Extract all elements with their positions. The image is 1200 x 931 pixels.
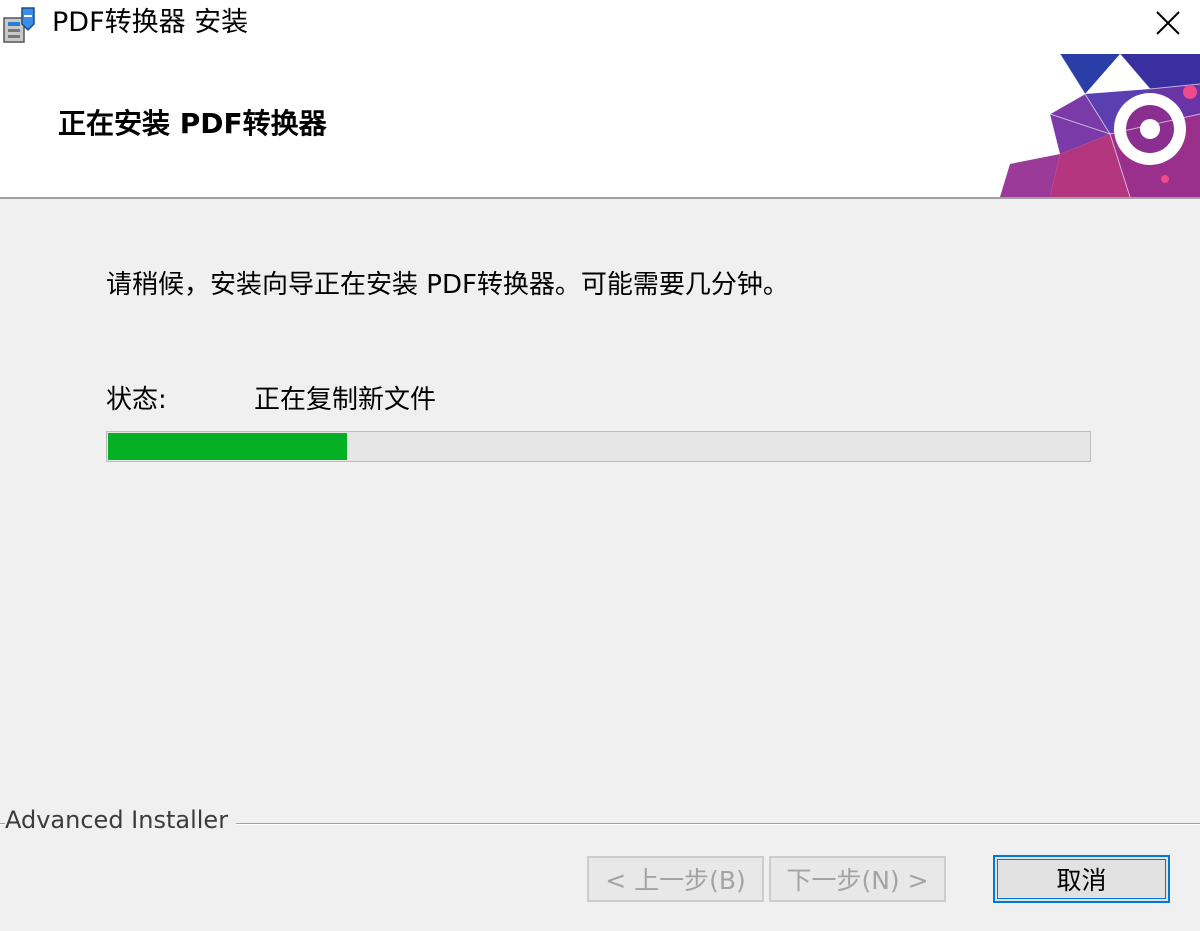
install-progress-bar <box>106 431 1091 462</box>
banner-graphic <box>1000 54 1200 197</box>
status-value: 正在复制新文件 <box>254 385 437 415</box>
progress-fill <box>108 433 347 460</box>
header-banner: 正在安装 PDF转换器 <box>0 46 1200 199</box>
back-button[interactable]: < 上一步(B) <box>587 856 764 902</box>
status-label: 状态: <box>106 385 167 415</box>
install-description: 请稍候，安装向导正在安装 PDF转换器。可能需要几分钟。 <box>106 270 789 300</box>
close-button[interactable] <box>1136 0 1200 46</box>
installer-app-icon <box>3 7 35 43</box>
brand-label: Advanced Installer <box>5 803 237 837</box>
cancel-button[interactable]: 取消 <box>993 855 1170 903</box>
close-icon <box>1156 11 1180 35</box>
window-title: PDF转换器 安装 <box>52 7 249 38</box>
next-button[interactable]: 下一步(N) > <box>769 856 946 902</box>
title-bar: PDF转换器 安装 <box>0 0 1200 46</box>
page-title: 正在安装 PDF转换器 <box>58 107 327 140</box>
